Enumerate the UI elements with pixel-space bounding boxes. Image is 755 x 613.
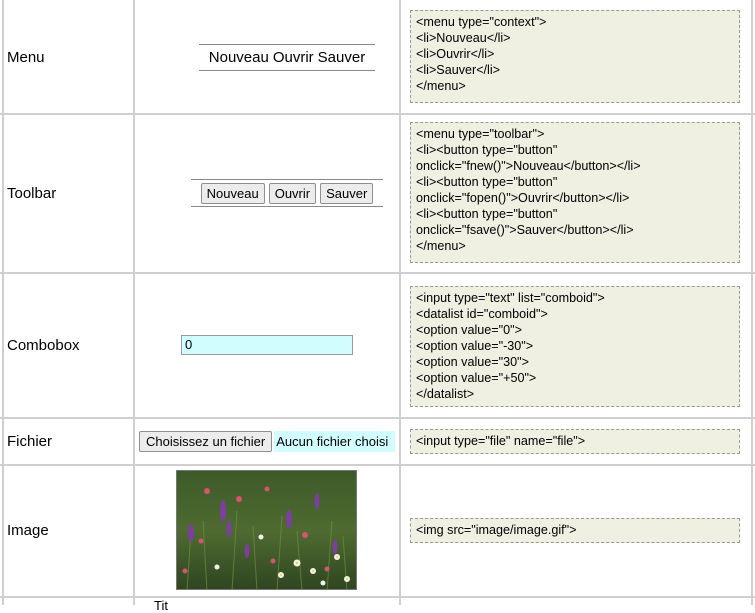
wildflower-meadow-image	[176, 470, 357, 590]
next-row-partial-text: Tit	[154, 598, 168, 613]
combobox-input[interactable]: 0	[181, 335, 353, 355]
context-menu-demo: Nouveau Ouvrir Sauver	[199, 44, 375, 71]
row-label-image: Image	[7, 522, 49, 539]
toolbar-ouvrir-button[interactable]: Ouvrir	[268, 182, 317, 204]
menu-item-ouvrir[interactable]: Ouvrir	[273, 49, 314, 66]
code-sample-menu: <menu type="context"> <li>Nouveau</li> <…	[410, 10, 740, 103]
row-label-toolbar: Toolbar	[7, 185, 57, 202]
file-input: Choisissez un fichier Aucun fichier choi…	[139, 431, 395, 452]
table-column-divider-2	[399, 0, 401, 605]
table-border-right	[751, 0, 753, 605]
row-divider-2	[0, 272, 755, 274]
row-divider-1	[0, 113, 755, 115]
code-sample-combobox: <input type="text" list="comboid"> <data…	[410, 286, 740, 407]
toolbar-demo: Nouveau Ouvrir Sauver	[191, 179, 383, 207]
menu-item-sauver[interactable]: Sauver	[318, 49, 366, 66]
row-divider-5	[0, 596, 755, 598]
choose-file-button[interactable]: Choisissez un fichier	[139, 431, 273, 452]
code-sample-image: <img src="image/image.gif">	[410, 518, 740, 543]
menu-item-nouveau[interactable]: Nouveau	[209, 49, 269, 66]
toolbar-sauver-button[interactable]: Sauver	[320, 182, 374, 204]
file-status-text: Aucun fichier choisi	[274, 431, 395, 452]
row-label-fichier: Fichier	[7, 433, 53, 450]
row-label-menu: Menu	[7, 49, 45, 66]
code-sample-fichier: <input type="file" name="file">	[410, 429, 740, 454]
table-column-divider-1	[133, 0, 135, 605]
code-sample-toolbar: <menu type="toolbar"> <li><button type="…	[410, 122, 740, 263]
row-divider-4	[0, 464, 755, 466]
row-label-combobox: Combobox	[7, 337, 80, 354]
table-border-left	[2, 0, 4, 605]
toolbar-nouveau-button[interactable]: Nouveau	[200, 182, 265, 204]
row-divider-3	[0, 417, 755, 419]
